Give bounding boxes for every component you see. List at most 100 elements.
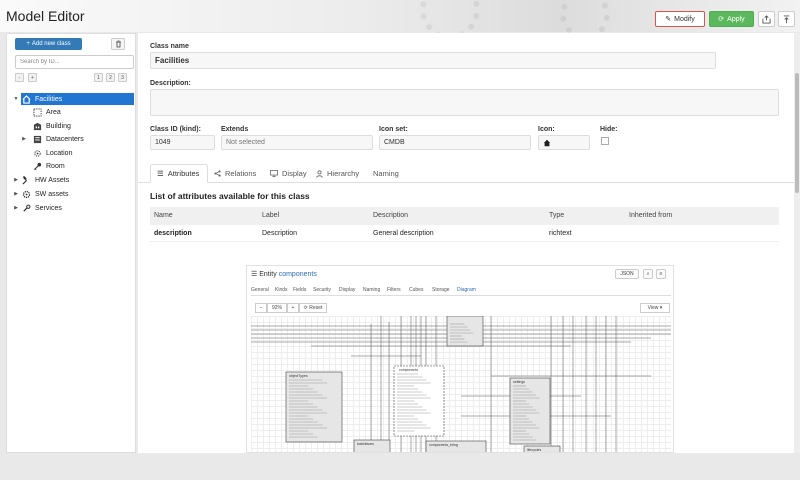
- level-3-button[interactable]: 3: [118, 73, 127, 82]
- tab-display[interactable]: Display: [264, 164, 313, 183]
- expand-all-button[interactable]: +: [28, 73, 37, 82]
- class-id-field[interactable]: 1049: [150, 135, 215, 150]
- level-1-button[interactable]: 1: [94, 73, 103, 82]
- level-2-button[interactable]: 2: [106, 73, 115, 82]
- extends-field[interactable]: Not selected: [221, 135, 373, 150]
- tree-item-services[interactable]: Services: [21, 202, 62, 214]
- tree-item-sw-assets[interactable]: SW assets: [21, 188, 68, 200]
- column-header[interactable]: Description: [373, 212, 408, 219]
- search-input[interactable]: [15, 55, 134, 69]
- hide-checkbox[interactable]: [601, 137, 609, 145]
- diagram-tab: Storage: [432, 287, 450, 293]
- apply-button[interactable]: ⟳ Apply: [709, 11, 754, 27]
- diagram-entity-name: components: [278, 271, 317, 278]
- refresh-icon: ⟳: [718, 16, 725, 23]
- tree-item-building[interactable]: Building: [32, 120, 71, 132]
- scroll-top-button[interactable]: [778, 11, 795, 27]
- tree-item-label: Services: [35, 204, 62, 212]
- list-icon: ☰: [251, 271, 260, 278]
- diagram-title: ☰ Entity components: [251, 270, 317, 278]
- modify-button-label: Modify: [674, 15, 695, 23]
- entity-label: settings: [513, 380, 525, 384]
- tree-item-room[interactable]: Room: [32, 160, 65, 172]
- monitor-icon: [270, 170, 278, 177]
- list-icon: ☰: [157, 169, 164, 178]
- page-scrollbar[interactable]: [794, 33, 800, 453]
- column-header[interactable]: Type: [549, 212, 564, 219]
- tab-label: Relations: [225, 169, 257, 178]
- tab-hierarchy[interactable]: Hierarchy: [310, 164, 365, 183]
- column-header[interactable]: Inherited from: [629, 212, 672, 219]
- collapse-all-button[interactable]: -: [15, 73, 24, 82]
- class-name-field[interactable]: Facilities: [150, 52, 716, 69]
- description-field[interactable]: [150, 89, 779, 116]
- tree-item-location[interactable]: Location: [32, 147, 72, 159]
- apply-button-label: Apply: [727, 15, 745, 23]
- iconset-field[interactable]: CMDB: [379, 135, 531, 150]
- dashed-square-icon: [32, 107, 42, 117]
- tree-item-label: Room: [46, 162, 65, 170]
- building-icon: [32, 122, 42, 131]
- view-label: View: [647, 305, 659, 311]
- entity-label: lifecycles: [527, 448, 541, 452]
- entity-diagram-image: ☰ Entity components JSON ⌕ ≡ General Kin…: [246, 265, 674, 453]
- reset-button: ⟳ Reset: [299, 303, 327, 313]
- wrench-icon: [21, 204, 31, 213]
- entity-label: batchfaces: [357, 442, 374, 446]
- caret-right-icon[interactable]: ▶: [13, 191, 19, 197]
- page-title: Model Editor: [6, 8, 85, 24]
- key-icon: [32, 162, 42, 171]
- tree-item-facilities[interactable]: Facilities: [21, 93, 134, 105]
- diagram-tabs: General Kinds Fields Security Display Na…: [251, 285, 671, 296]
- extends-label: Extends: [221, 126, 249, 133]
- attr-description: General description: [373, 230, 434, 237]
- diagram-tab: Kinds: [275, 287, 288, 293]
- class-name-label: Class name: [150, 43, 189, 50]
- column-header[interactable]: Label: [262, 212, 279, 219]
- tab-label: Display: [282, 169, 307, 178]
- entity-label: objectTypes: [289, 374, 308, 378]
- tree-item-label: Location: [46, 149, 73, 157]
- caret-right-icon[interactable]: ▶: [13, 177, 19, 183]
- diagram-tab: Security: [313, 287, 332, 293]
- export-button[interactable]: [758, 11, 775, 27]
- add-class-label: Add new class: [31, 41, 71, 47]
- view-dropdown: View ▾: [640, 303, 670, 313]
- tree-item-hw-assets[interactable]: HW Assets: [21, 174, 69, 186]
- modify-button[interactable]: ✎ Modify: [655, 11, 705, 27]
- json-button: JSON: [615, 269, 639, 279]
- icon-label: Icon:: [538, 126, 555, 133]
- tree-item-label: Datacenters: [46, 135, 84, 143]
- tab-attributes[interactable]: ☰ Attributes: [150, 164, 208, 183]
- tab-relations[interactable]: Relations: [208, 164, 262, 183]
- caret-right-icon[interactable]: ▶: [13, 205, 19, 211]
- class-sidebar: + Add new class - + 1 2 3 ▼ Facilities A…: [6, 33, 136, 453]
- tree-item-label: Facilities: [35, 95, 63, 103]
- hammer-icon: [21, 175, 31, 185]
- export-icon: [762, 14, 771, 24]
- class-id-label: Class ID (kind):: [150, 126, 201, 133]
- home-icon: [543, 139, 551, 146]
- entity-label: components_bring: [429, 443, 458, 447]
- delete-class-button[interactable]: [111, 38, 125, 50]
- zoom-out-icon: −: [255, 303, 267, 313]
- crosshair-icon: [32, 149, 42, 158]
- tab-naming[interactable]: Naming: [367, 164, 405, 183]
- tree-item-datacenters[interactable]: Datacenters: [32, 133, 84, 145]
- hide-label: Hide:: [600, 126, 618, 133]
- caret-right-icon[interactable]: ▶: [21, 136, 27, 142]
- scrollbar-thumb[interactable]: [795, 73, 799, 193]
- editor-tabs: ☰ Attributes Relations Display Hierarchy…: [138, 164, 800, 183]
- tab-label: Hierarchy: [327, 169, 360, 178]
- tree-item-label: SW assets: [35, 190, 69, 198]
- tree-item-area[interactable]: Area: [32, 106, 61, 118]
- caret-down-icon[interactable]: ▼: [13, 96, 19, 102]
- icon-picker[interactable]: [538, 135, 590, 150]
- table-row[interactable]: description Description General descript…: [150, 226, 779, 242]
- search-icon: ⌕: [643, 269, 653, 279]
- datacenter-icon: [32, 135, 42, 144]
- add-class-button[interactable]: + Add new class: [15, 38, 82, 50]
- person-icon: [316, 169, 323, 178]
- attr-label: Description: [262, 230, 298, 237]
- column-header[interactable]: Name: [154, 212, 173, 219]
